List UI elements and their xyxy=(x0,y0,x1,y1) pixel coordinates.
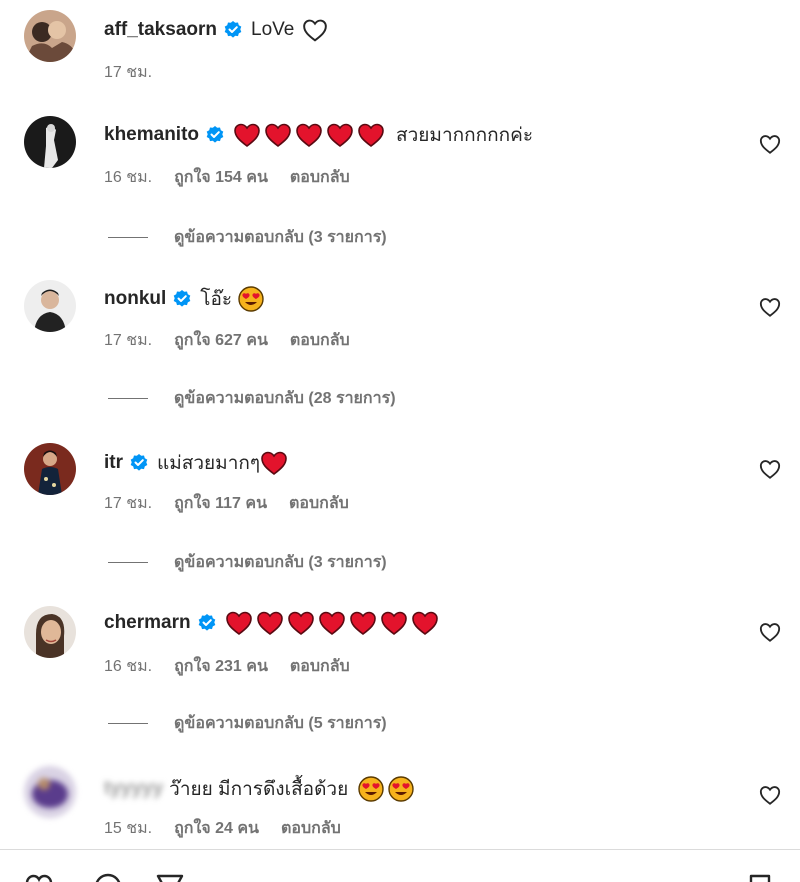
save-bookmark-icon[interactable] xyxy=(745,872,775,882)
red-heart-emoji xyxy=(357,122,385,148)
comment-text: แม่สวยมากๆ xyxy=(157,453,261,474)
heart-emoji-group xyxy=(225,610,442,636)
view-replies-label: ดูข้อความตอบกลับ (5 รายการ) xyxy=(174,715,387,732)
red-heart-emoji xyxy=(256,610,284,636)
avatar[interactable] xyxy=(24,443,76,495)
view-replies-label: ดูข้อความตอบกลับ (3 รายการ) xyxy=(174,554,387,571)
red-heart-emoji xyxy=(225,610,253,636)
timestamp: 16 ชม. xyxy=(104,658,153,675)
divider xyxy=(108,398,148,399)
comment-text: โอ๊ะ xyxy=(200,289,233,310)
heart-outline-icon[interactable] xyxy=(759,458,781,480)
timestamp: 17 ชม. xyxy=(104,332,153,349)
divider xyxy=(108,237,148,238)
reply-button[interactable]: ตอบกลับ xyxy=(290,654,350,679)
verified-badge-icon xyxy=(197,613,217,633)
view-replies-label: ดูข้อความตอบกลับ (3 รายการ) xyxy=(174,229,387,246)
red-heart-emoji xyxy=(233,122,261,148)
view-replies-button[interactable]: ดูข้อความตอบกลับ (28 รายการ) xyxy=(108,386,396,411)
caption-text: LoVe xyxy=(251,19,295,40)
avatar[interactable] xyxy=(24,10,76,62)
like-count-link[interactable]: ถูกใจ 231 คน xyxy=(174,654,268,679)
heart-outline-icon[interactable] xyxy=(24,872,54,882)
heart-outline-icon xyxy=(302,18,328,42)
view-replies-button[interactable]: ดูข้อความตอบกลับ (3 รายการ) xyxy=(108,550,387,575)
heart-eyes-emoji xyxy=(358,776,384,802)
username[interactable]: khemanito xyxy=(104,124,199,146)
comment-text: ว๊ายย มีการดึงเสื้อด้วย xyxy=(169,779,349,800)
share-icon[interactable] xyxy=(155,872,185,882)
timestamp: 16 ชม. xyxy=(104,169,153,186)
red-heart-emoji xyxy=(318,610,346,636)
username[interactable]: aff_taksaorn xyxy=(104,19,217,41)
heart-outline-icon[interactable] xyxy=(759,784,781,806)
verified-badge-icon xyxy=(223,20,243,40)
avatar[interactable] xyxy=(24,280,76,332)
view-replies-button[interactable]: ดูข้อความตอบกลับ (5 รายการ) xyxy=(108,711,387,736)
reply-button[interactable]: ตอบกลับ xyxy=(281,816,341,841)
red-heart-emoji xyxy=(287,610,315,636)
verified-badge-icon xyxy=(205,125,225,145)
divider xyxy=(108,723,148,724)
heart-outline-icon[interactable] xyxy=(759,621,781,643)
username[interactable]: chermarn xyxy=(104,612,191,634)
timestamp: 15 ชม. xyxy=(104,820,153,837)
verified-badge-icon xyxy=(172,289,192,309)
heart-emoji-group xyxy=(233,122,388,148)
like-count-link[interactable]: ถูกใจ 117 คน xyxy=(174,491,267,516)
view-replies-button[interactable]: ดูข้อความตอบกลับ (3 รายการ) xyxy=(108,225,387,250)
reply-button[interactable]: ตอบกลับ xyxy=(290,328,350,353)
red-heart-emoji xyxy=(295,122,323,148)
heart-eyes-emoji xyxy=(238,286,264,312)
red-heart-emoji xyxy=(326,122,354,148)
heart-outline-icon[interactable] xyxy=(759,296,781,318)
heart-outline-icon[interactable] xyxy=(759,133,781,155)
like-count-link[interactable]: ถูกใจ 24 คน xyxy=(174,816,259,841)
reply-button[interactable]: ตอบกลับ xyxy=(290,165,350,190)
comment-icon[interactable] xyxy=(93,872,123,882)
red-heart-emoji xyxy=(380,610,408,636)
like-count-link[interactable]: ถูกใจ 627 คน xyxy=(174,328,268,353)
red-heart-emoji xyxy=(264,122,292,148)
reply-button[interactable]: ตอบกลับ xyxy=(289,491,349,516)
heart-eyes-emoji xyxy=(388,776,414,802)
avatar[interactable] xyxy=(24,116,76,168)
post-action-bar xyxy=(0,849,800,882)
comment-text: สวยมากกกกกค่ะ xyxy=(396,125,534,146)
red-heart-emoji xyxy=(411,610,439,636)
view-replies-label: ดูข้อความตอบกลับ (28 รายการ) xyxy=(174,390,396,407)
avatar[interactable] xyxy=(24,766,76,818)
red-heart-emoji xyxy=(349,610,377,636)
timestamp: 17 ชม. xyxy=(104,64,153,81)
red-heart-emoji xyxy=(260,450,288,476)
avatar[interactable] xyxy=(24,606,76,658)
divider xyxy=(108,562,148,563)
like-count-link[interactable]: ถูกใจ 154 คน xyxy=(174,165,268,190)
timestamp: 17 ชม. xyxy=(104,495,153,512)
username[interactable]: nonkul xyxy=(104,288,166,310)
username[interactable]: tyyyyy xyxy=(104,778,163,800)
verified-badge-icon xyxy=(129,453,149,473)
username[interactable]: itr xyxy=(104,452,123,474)
